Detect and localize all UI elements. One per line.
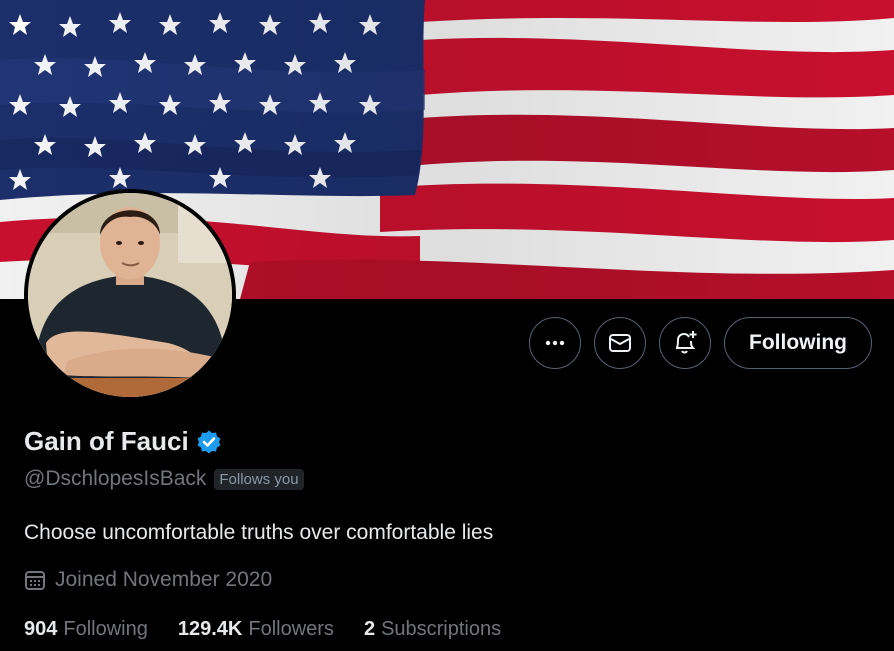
following-button[interactable]: Following	[724, 317, 872, 369]
envelope-icon	[609, 334, 632, 352]
bell-plus-icon	[676, 331, 697, 354]
name-row: Gain of Fauci	[24, 426, 222, 457]
joined-date: Joined November 2020	[55, 568, 273, 591]
message-button[interactable]	[594, 317, 647, 369]
stat-label: Following	[63, 618, 148, 640]
avatar-photo	[28, 193, 232, 397]
verified-badge-icon[interactable]	[196, 429, 222, 455]
stat-value: 904	[24, 618, 58, 640]
bio: Choose uncomfortable truths over comfort…	[24, 521, 494, 544]
stat-followers[interactable]: 129.4K Followers	[178, 618, 334, 641]
calendar-icon	[25, 571, 45, 590]
profile-actions: Following	[529, 317, 872, 369]
stat-value: 129.4K	[177, 618, 243, 640]
follows-you-badge: Follows you	[214, 468, 304, 490]
handle: @DschlopesIsBack	[24, 467, 207, 490]
stats-row: 904 Following 129.4K Followers 2 Subscripti…	[24, 618, 501, 641]
more-icon	[545, 340, 565, 346]
more-button[interactable]	[529, 317, 582, 369]
avatar[interactable]	[24, 189, 236, 401]
stat-value: 2	[363, 618, 376, 640]
stat-label: Subscriptions	[381, 618, 502, 640]
handle-row: @DschlopesIsBack Follows you	[24, 467, 304, 491]
joined-row: Joined November 2020	[24, 568, 272, 592]
notify-button[interactable]	[659, 317, 712, 369]
stat-following[interactable]: 904 Following	[24, 618, 148, 641]
display-name: Gain of Fauci	[24, 426, 189, 456]
stat-subscriptions[interactable]: 2 Subscriptions	[364, 618, 501, 641]
stat-label: Followers	[248, 618, 334, 640]
